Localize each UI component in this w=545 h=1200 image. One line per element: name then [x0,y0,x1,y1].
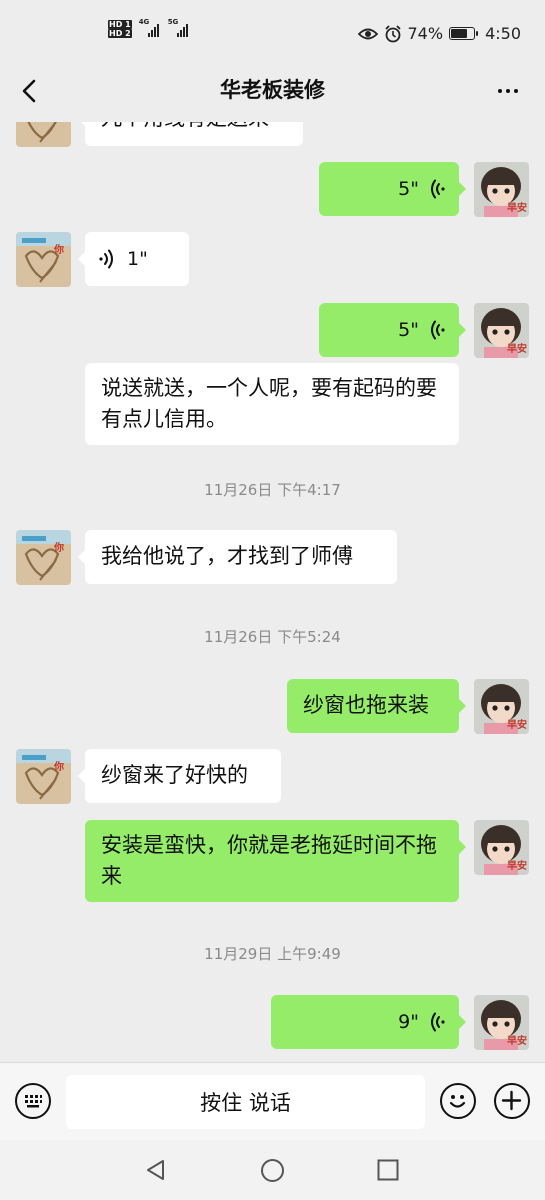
self-avatar[interactable]: 早安 [474,303,529,358]
contact-avatar[interactable]: 你 [16,122,71,147]
self-avatar[interactable]: 早安 [474,162,529,217]
voice-duration: 5" [398,177,419,200]
self-avatar[interactable]: 早安 [474,820,529,875]
message-text: 纱窗也拖来装 [303,693,429,717]
voice-message-bubble[interactable]: 5" [319,162,466,216]
timestamp: 11月26日 下午5:24 [204,628,341,646]
text-message-bubble[interactable]: 纱窗来了好快的 [78,749,281,803]
voice-wave-icon [427,319,447,341]
keyboard-icon[interactable] [15,1083,51,1119]
voice-content: 5" [319,303,459,357]
message-list[interactable]: 你九个角线有是送来早安5"你1"早安5"说送就送，一个人呢，要有起码的要有点儿信… [0,122,545,1062]
voice-message-bubble[interactable]: 5" [319,303,466,357]
timestamp: 11月29日 上午9:49 [204,945,341,963]
contact-avatar[interactable]: 你 [16,232,71,287]
avatar-caption: 早安 [507,720,527,731]
battery-percent: 74% [407,24,444,43]
timestamp: 11月26日 下午4:17 [204,481,341,499]
contact-avatar[interactable]: 你 [16,530,71,585]
nav-back-icon[interactable] [144,1158,168,1182]
more-dots-icon[interactable] [493,76,523,106]
avatar-caption: 早安 [507,344,527,355]
message-text: 九个角线有是送来 [85,122,303,145]
voice-wave-icon [97,248,117,270]
contact-avatar[interactable]: 你 [16,749,71,804]
signal-group: HD 1 HD 2 4G 5G [108,18,188,38]
input-bar: 按住 说话 [0,1062,545,1141]
hd-badge-icon: HD 1 HD 2 [108,20,132,38]
voice-duration: 9" [398,1010,419,1033]
avatar-caption: 早安 [507,203,527,214]
nav-home-icon[interactable] [260,1158,285,1183]
status-right: 74% 4:50 [357,24,521,43]
message-text: 我给他说了，才找到了师傅 [101,544,353,568]
voice-wave-icon [427,1011,447,1033]
avatar-caption: 你 [54,245,64,256]
alarm-icon [384,24,401,42]
hd2-label: HD 2 [108,29,132,38]
emoji-icon[interactable] [440,1083,476,1119]
text-message-bubble[interactable]: 我给他说了，才找到了师傅 [78,530,397,584]
voice-message-bubble[interactable]: 1" [78,232,189,286]
text-message-bubble[interactable]: 纱窗也拖来装 [287,679,466,733]
text-message-bubble[interactable]: 说送就送，一个人呢，要有起码的要有点儿信用。 [85,363,459,445]
message-text: 纱窗来了好快的 [101,763,248,787]
network-type-1: 4G [138,18,150,26]
nav-recent-icon[interactable] [377,1159,399,1181]
hold-to-talk-button[interactable]: 按住 说话 [66,1075,425,1129]
self-avatar[interactable]: 早安 [474,995,529,1050]
avatar-caption: 你 [54,543,64,554]
hd1-label: HD 1 [108,20,132,29]
system-navigation [0,1140,545,1200]
chat-header: 华老板装修 [0,60,545,122]
voice-message-bubble[interactable]: 9" [271,995,466,1049]
text-message-bubble[interactable]: 安装是蛮快，你就是老拖延时间不拖来 [85,820,466,902]
voice-content: 9" [271,995,459,1049]
signal-strength-icon: 4G [139,18,159,37]
voice-content: 1" [85,232,189,286]
signal-strength-icon: 5G [168,18,188,37]
chat-title: 华老板装修 [220,78,325,102]
voice-wave-icon [427,178,447,200]
battery-icon [449,27,479,40]
voice-content: 5" [319,162,459,216]
status-bar: HD 1 HD 2 4G 5G 74% 4:50 [0,0,545,60]
avatar-caption: 早安 [507,1036,527,1047]
voice-duration: 5" [398,318,419,341]
voice-duration: 1" [127,247,148,270]
clock: 4:50 [485,24,521,43]
message-text: 安装是蛮快，你就是老拖延时间不拖来 [101,833,437,888]
eye-icon [357,28,378,39]
text-message-bubble[interactable]: 九个角线有是送来 [78,122,303,146]
network-type-2: 5G [167,18,179,26]
self-avatar[interactable]: 早安 [474,679,529,734]
message-text: 说送就送，一个人呢，要有起码的要有点儿信用。 [101,376,437,431]
avatar-caption: 早安 [507,861,527,872]
avatar-caption: 你 [54,762,64,773]
plus-icon[interactable] [494,1083,530,1119]
